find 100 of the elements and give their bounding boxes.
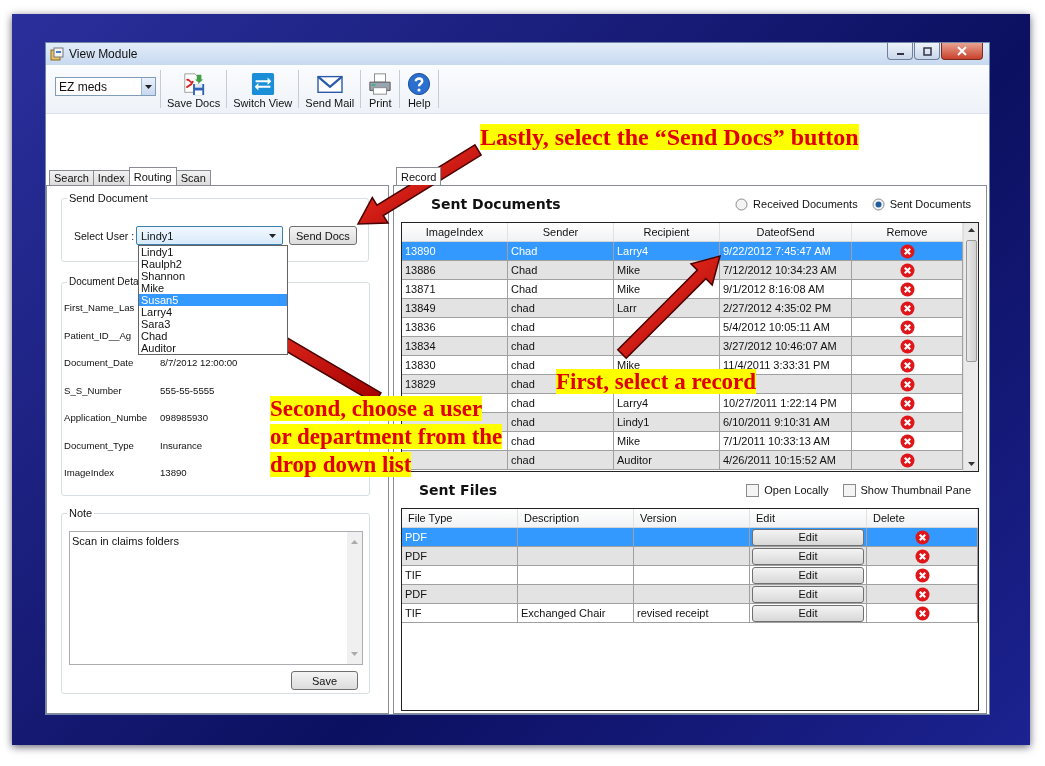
table-cell[interactable]: 13830	[405, 359, 436, 371]
table-cell[interactable]: Mike	[617, 435, 641, 447]
table-cell[interactable]: 7/1/2011 10:33:13 AM	[723, 435, 830, 447]
table-cell[interactable]: chad	[511, 397, 535, 409]
checkbox-option[interactable]: Show Thumbnail Pane	[842, 483, 971, 497]
table-cell[interactable]: 13849	[405, 302, 436, 314]
table-cell[interactable]: 13829	[405, 378, 436, 390]
tab[interactable]: Scan	[175, 170, 211, 185]
table-cell[interactable]: Lindy1	[617, 416, 650, 428]
remove-icon[interactable]	[899, 357, 915, 373]
remove-icon[interactable]	[899, 452, 915, 468]
dropdown-option[interactable]: Raulph2	[139, 258, 287, 270]
edit-button[interactable]: Edit	[752, 585, 864, 603]
table-cell[interactable]: chad	[511, 302, 535, 314]
toolbar-button[interactable]: Switch View	[231, 69, 295, 109]
table-cell[interactable]: 2/27/2012 4:35:02 PM	[723, 302, 832, 314]
dropdown-option[interactable]: Auditor	[139, 342, 287, 354]
table-cell[interactable]: TIF	[405, 569, 422, 581]
tab[interactable]: Search	[49, 170, 94, 185]
remove-icon[interactable]	[899, 262, 915, 278]
minimize-button[interactable]	[887, 43, 913, 60]
column-header[interactable]: Edit	[750, 509, 867, 527]
save-button[interactable]: Save	[291, 671, 358, 690]
table-cell[interactable]: 7/12/2012 10:34:23 AM	[723, 264, 837, 276]
table-cell[interactable]: Mike	[617, 264, 641, 276]
table-cell[interactable]: chad	[511, 359, 535, 371]
table-cell[interactable]: 9/1/2012 8:16:08 AM	[723, 283, 825, 295]
column-header[interactable]: Sender	[508, 223, 614, 241]
column-header[interactable]: Recipient	[614, 223, 720, 241]
remove-icon[interactable]	[899, 338, 915, 354]
table-cell[interactable]: 3/27/2012 10:46:07 AM	[723, 340, 837, 352]
column-header[interactable]: Delete	[867, 509, 978, 527]
dropdown-option[interactable]: Shannon	[139, 270, 287, 282]
table-cell[interactable]: chad	[511, 321, 535, 333]
remove-icon[interactable]	[899, 243, 915, 259]
edit-button[interactable]: Edit	[752, 566, 864, 584]
remove-icon[interactable]	[899, 300, 915, 316]
column-header[interactable]: Description	[518, 509, 634, 527]
table-cell[interactable]: 13834	[405, 340, 436, 352]
table-cell[interactable]: chad	[511, 378, 535, 390]
remove-icon[interactable]	[899, 395, 915, 411]
remove-icon[interactable]	[899, 376, 915, 392]
table-cell[interactable]: 4/26/2011 10:15:52 AM	[723, 454, 836, 466]
column-header[interactable]: Version	[634, 509, 750, 527]
table-cell[interactable]: 11/4/2011 3:33:31 PM	[723, 359, 830, 371]
delete-icon[interactable]	[914, 548, 930, 564]
dropdown-option[interactable]: Larry4	[139, 306, 287, 318]
table-cell[interactable]: chad	[511, 340, 535, 352]
dropdown-option[interactable]: Mike	[139, 282, 287, 294]
edit-button[interactable]: Edit	[752, 547, 864, 565]
delete-icon[interactable]	[914, 605, 930, 621]
remove-icon[interactable]	[899, 281, 915, 297]
dropdown-option[interactable]: Lindy1	[139, 246, 287, 258]
table-cell[interactable]: 13836	[405, 321, 436, 333]
radio-option[interactable]: Received Documents	[735, 197, 858, 211]
scrollbar[interactable]	[963, 223, 978, 471]
table-cell[interactable]: PDF	[405, 588, 427, 600]
toolbar-button[interactable]: Send Mail	[303, 69, 357, 109]
remove-icon[interactable]	[899, 433, 915, 449]
delete-icon[interactable]	[914, 567, 930, 583]
radio-option[interactable]: Sent Documents	[871, 197, 971, 211]
table-cell[interactable]: chad	[511, 454, 535, 466]
tab[interactable]: Index	[92, 170, 130, 185]
column-header[interactable]: DateofSend	[720, 223, 852, 241]
table-cell[interactable]: Chad	[511, 283, 538, 295]
tab[interactable]: Record	[396, 167, 442, 185]
remove-icon[interactable]	[899, 414, 915, 430]
delete-icon[interactable]	[914, 529, 930, 545]
table-cell[interactable]: Auditor	[617, 454, 652, 466]
scrollbar[interactable]	[347, 532, 362, 664]
maximize-button[interactable]	[914, 43, 940, 60]
table-cell[interactable]: Mike	[617, 359, 641, 371]
toolbar-button[interactable]: Print	[365, 69, 396, 109]
table-cell[interactable]: TIF	[405, 607, 422, 619]
note-field[interactable]: Scan in claims folders	[69, 531, 363, 665]
column-header[interactable]: ImageIndex	[402, 223, 508, 241]
checkbox-option[interactable]: Open Locally	[746, 483, 829, 497]
table-cell[interactable]: 10/27/2011 1:22:14 PM	[723, 397, 837, 409]
table-cell[interactable]: Mike	[617, 283, 641, 295]
table-cell[interactable]: PDF	[405, 550, 427, 562]
module-dropdown[interactable]: EZ meds	[55, 77, 156, 96]
tab[interactable]: Routing	[128, 167, 177, 185]
column-header[interactable]: File Type	[402, 509, 518, 527]
table-cell[interactable]: Larry4	[617, 397, 649, 409]
table-cell[interactable]: Exchanged Chair	[521, 607, 606, 619]
edit-button[interactable]: Edit	[752, 604, 864, 622]
close-button[interactable]	[941, 43, 983, 60]
table-cell[interactable]: 6/10/2011 9:10:31 AM	[723, 416, 830, 428]
table-cell[interactable]: chad	[511, 416, 535, 428]
table-cell[interactable]: 5/4/2012 10:05:11 AM	[723, 321, 830, 333]
table-cell[interactable]: Larr	[617, 302, 637, 314]
table-cell[interactable]: chad	[511, 435, 535, 447]
remove-icon[interactable]	[899, 319, 915, 335]
delete-icon[interactable]	[914, 586, 930, 602]
table-cell[interactable]: 13886	[405, 264, 436, 276]
send-docs-button[interactable]: Send Docs	[289, 226, 357, 245]
dropdown-option[interactable]: Sara3	[139, 318, 287, 330]
edit-button[interactable]: Edit	[752, 528, 864, 546]
toolbar-button[interactable]: Save Docs	[165, 69, 223, 109]
user-dropdown[interactable]: Lindy1	[136, 226, 283, 245]
